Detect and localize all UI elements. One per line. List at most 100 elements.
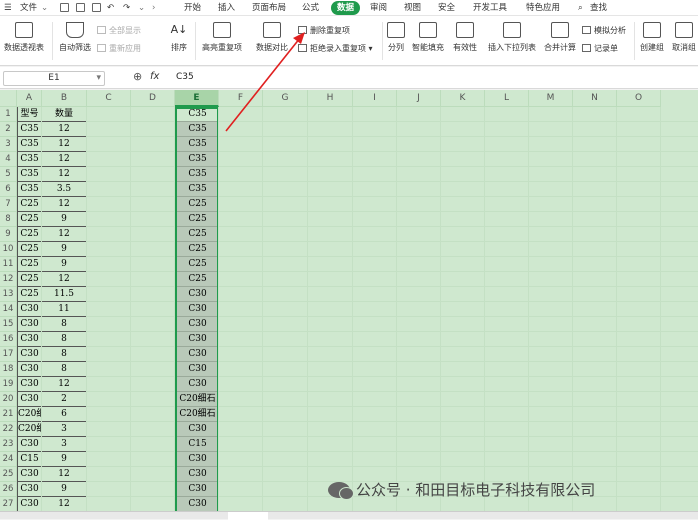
row-header[interactable]: 22 — [0, 422, 17, 437]
hamburger-menu-icon[interactable]: ☰ — [4, 0, 12, 16]
row-header[interactable]: 3 — [0, 137, 17, 152]
cell-a[interactable]: C25 — [17, 197, 42, 212]
cell-e[interactable]: C30 — [176, 362, 219, 377]
tab-data[interactable]: 数据 — [331, 1, 361, 15]
cell-e[interactable]: C25 — [176, 257, 219, 272]
cell-b[interactable]: 12 — [42, 467, 87, 482]
cell-b[interactable]: 12 — [42, 197, 87, 212]
cell-a[interactable]: C30 — [17, 362, 42, 377]
cell-b[interactable]: 数量 — [42, 107, 87, 122]
row-header[interactable]: 23 — [0, 437, 17, 452]
search-icon[interactable]: ⌕ — [578, 0, 583, 16]
cell-b[interactable]: 12 — [42, 377, 87, 392]
column-header-h[interactable]: H — [308, 90, 353, 107]
column-header-e[interactable]: E — [175, 90, 219, 107]
row-header[interactable]: 20 — [0, 392, 17, 407]
create-group-button[interactable]: 创建组 — [638, 22, 666, 53]
cell-b[interactable]: 9 — [42, 212, 87, 227]
tab-page-layout[interactable]: 页面布局 — [252, 0, 286, 16]
tab-special[interactable]: 特色应用 — [526, 0, 560, 16]
cell-e[interactable]: C20细石 — [176, 407, 219, 422]
column-header-i[interactable]: I — [353, 90, 397, 107]
cell-e[interactable]: C35 — [176, 182, 219, 197]
what-if-analysis-button[interactable]: 模拟分析 — [582, 25, 626, 36]
cell-a[interactable]: C15 — [17, 452, 42, 467]
row-header[interactable]: 19 — [0, 377, 17, 392]
tab-view[interactable]: 视图 — [404, 0, 421, 16]
cell-e[interactable]: C35 — [176, 107, 219, 122]
cell-a[interactable]: C30 — [17, 467, 42, 482]
cell-a[interactable]: C25 — [17, 257, 42, 272]
cell-a[interactable]: C30 — [17, 392, 42, 407]
cell-e[interactable]: C30 — [176, 497, 219, 511]
cell-e[interactable]: C25 — [176, 197, 219, 212]
record-form-button[interactable]: 记录单 — [582, 43, 618, 54]
tab-insert[interactable]: 插入 — [218, 0, 235, 16]
cell-e[interactable]: C25 — [176, 227, 219, 242]
cell-b[interactable]: 9 — [42, 242, 87, 257]
cell-e[interactable]: C30 — [176, 347, 219, 362]
column-header-m[interactable]: M — [529, 90, 573, 107]
reject-duplicates-button[interactable]: 拒绝录入重复项 ▾ — [298, 43, 373, 54]
print-preview-icon[interactable] — [92, 3, 101, 12]
row-header[interactable]: 13 — [0, 287, 17, 302]
file-menu[interactable]: 文件 — [20, 0, 37, 16]
cell-a[interactable]: C25 — [17, 272, 42, 287]
row-header[interactable]: 6 — [0, 182, 17, 197]
tab-developer[interactable]: 开发工具 — [473, 0, 507, 16]
cell-e[interactable]: C30 — [176, 332, 219, 347]
cell-b[interactable]: 12 — [42, 137, 87, 152]
data-compare-button[interactable]: 数据对比 — [252, 22, 292, 53]
cell-a[interactable]: C35 — [17, 152, 42, 167]
select-all-corner[interactable] — [0, 90, 17, 107]
row-header[interactable]: 26 — [0, 482, 17, 497]
cell-b[interactable]: 3.5 — [42, 182, 87, 197]
cell-a[interactable]: C35 — [17, 167, 42, 182]
cell-e[interactable]: C15 — [176, 437, 219, 452]
cell-a[interactable]: C25 — [17, 212, 42, 227]
row-header[interactable]: 10 — [0, 242, 17, 257]
row-header[interactable]: 14 — [0, 302, 17, 317]
cell-a[interactable]: C30 — [17, 497, 42, 511]
ungroup-button[interactable]: 取消组 — [670, 22, 698, 53]
cell-a[interactable]: C30 — [17, 377, 42, 392]
column-header-j[interactable]: J — [397, 90, 441, 107]
sort-button[interactable]: A↓ 排序 — [166, 22, 192, 53]
column-header-c[interactable]: C — [87, 90, 131, 107]
row-header[interactable]: 9 — [0, 227, 17, 242]
row-header[interactable]: 7 — [0, 197, 17, 212]
remove-duplicates-button[interactable]: 删除重复项 — [298, 25, 350, 36]
reapply-button[interactable]: 重新应用 — [97, 43, 141, 54]
chevron-down-icon[interactable]: ⌄ — [41, 0, 48, 16]
column-header-n[interactable]: N — [573, 90, 617, 107]
text-to-columns-button[interactable]: 分列 — [385, 22, 407, 53]
cell-e[interactable]: C30 — [176, 452, 219, 467]
row-header[interactable]: 16 — [0, 332, 17, 347]
row-header[interactable]: 17 — [0, 347, 17, 362]
more-icon[interactable]: › — [152, 0, 155, 16]
cell-e[interactable]: C30 — [176, 482, 219, 497]
cell-e[interactable]: C30 — [176, 467, 219, 482]
column-header-k[interactable]: K — [441, 90, 485, 107]
cell-a[interactable]: 型号 — [17, 107, 42, 122]
insert-dropdown-list-button[interactable]: 插入下拉列表 — [486, 22, 538, 53]
cell-e[interactable]: C30 — [176, 422, 219, 437]
cell-e[interactable]: C20细石 — [176, 392, 219, 407]
row-header[interactable]: 8 — [0, 212, 17, 227]
column-header-d[interactable]: D — [131, 90, 175, 107]
print-icon[interactable] — [76, 3, 85, 12]
cell-e[interactable]: C35 — [176, 167, 219, 182]
cell-e[interactable]: C25 — [176, 242, 219, 257]
column-header-a[interactable]: A — [17, 90, 42, 107]
cell-e[interactable]: C25 — [176, 212, 219, 227]
cell-e[interactable]: C30 — [176, 302, 219, 317]
row-header[interactable]: 27 — [0, 497, 17, 511]
cell-b[interactable]: 8 — [42, 332, 87, 347]
cell-b[interactable]: 2 — [42, 392, 87, 407]
name-box[interactable]: E1 ▾ — [3, 71, 105, 86]
show-all-button[interactable]: 全部显示 — [97, 25, 141, 36]
cell-b[interactable]: 3 — [42, 437, 87, 452]
cell-b[interactable]: 12 — [42, 122, 87, 137]
cell-b[interactable]: 3 — [42, 422, 87, 437]
row-header[interactable]: 4 — [0, 152, 17, 167]
